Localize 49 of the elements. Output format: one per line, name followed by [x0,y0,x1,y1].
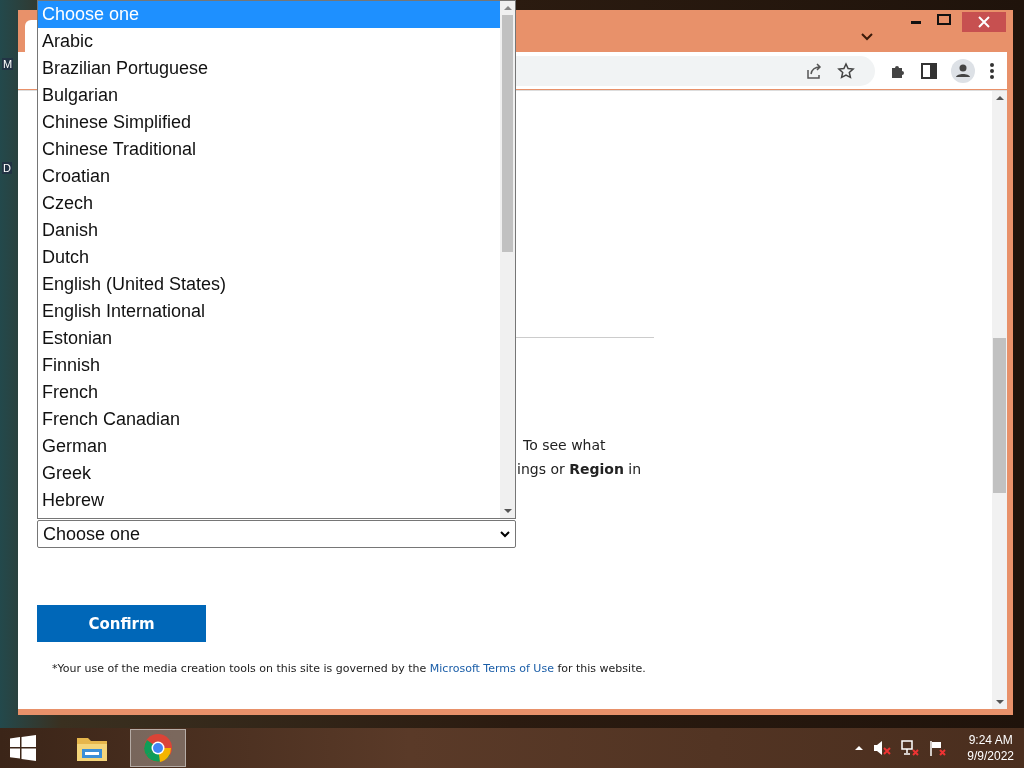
dropdown-option[interactable]: Chinese Traditional [38,136,500,163]
windows-logo-icon[interactable] [10,735,36,761]
dropdown-option[interactable]: Hebrew [38,487,500,514]
terms-link[interactable]: Microsoft Terms of Use [429,662,554,675]
dropdown-option[interactable]: French [38,379,500,406]
flag-icon[interactable] [929,740,948,756]
star-icon[interactable] [837,61,855,80]
dropdown-option[interactable]: Greek [38,460,500,487]
share-icon[interactable] [805,61,823,80]
close-button[interactable] [962,12,1006,32]
menu-icon[interactable] [989,61,995,80]
dropdown-option[interactable]: Arabic [38,28,500,55]
footer-text: *Your use of the media creation tools on this site is governed by the Microsoft Terms of Use for this website. [52,662,647,675]
side-panel-icon[interactable] [921,62,937,79]
confirm-button[interactable]: Confirm [37,605,206,642]
dropdown-option[interactable]: German [38,433,500,460]
paragraph-text: To see what [522,436,607,455]
scroll-down-icon[interactable] [503,508,512,514]
scroll-thumb[interactable] [993,337,1006,493]
clock[interactable]: 9:24 AM 9/9/2022 [967,732,1014,764]
dropdown-option[interactable]: Chinese Simplified [38,109,500,136]
scroll-up-icon[interactable] [995,95,1004,101]
caret-up-icon[interactable] [855,745,864,751]
dropdown-option[interactable]: French Canadian [38,406,500,433]
scroll-thumb[interactable] [502,15,513,252]
network-icon[interactable] [901,740,920,756]
language-select[interactable]: Choose one [37,520,516,548]
profile-icon[interactable] [951,58,975,83]
dropdown-option[interactable]: Estonian [38,325,500,352]
dropdown-option[interactable]: Czech [38,190,500,217]
desktop-icon-label: D [2,162,12,174]
dropdown-option[interactable]: Bulgarian [38,82,500,109]
dropdown-option[interactable]: Dutch [38,244,500,271]
chevron-icon [500,530,510,538]
dropdown-option[interactable]: English (United States) [38,271,500,298]
dropdown-option[interactable]: English International [38,298,500,325]
browser-taskbar-button[interactable] [130,729,186,767]
tab-search-icon[interactable] [860,32,874,42]
dropdown-option[interactable]: Finnish [38,352,500,379]
scroll-down-icon[interactable] [995,699,1004,705]
scrollbar[interactable] [992,91,1007,709]
desktop-icon-label: M [2,58,14,70]
paragraph-text: ings or Region in [517,460,643,479]
close-icon [978,16,990,28]
dropdown-option[interactable]: Danish [38,217,500,244]
browser-logo-icon [143,733,173,763]
speaker-icon[interactable] [873,740,892,756]
dropdown-option[interactable]: Croatian [38,163,500,190]
dropdown-scrollbar[interactable] [500,1,515,518]
